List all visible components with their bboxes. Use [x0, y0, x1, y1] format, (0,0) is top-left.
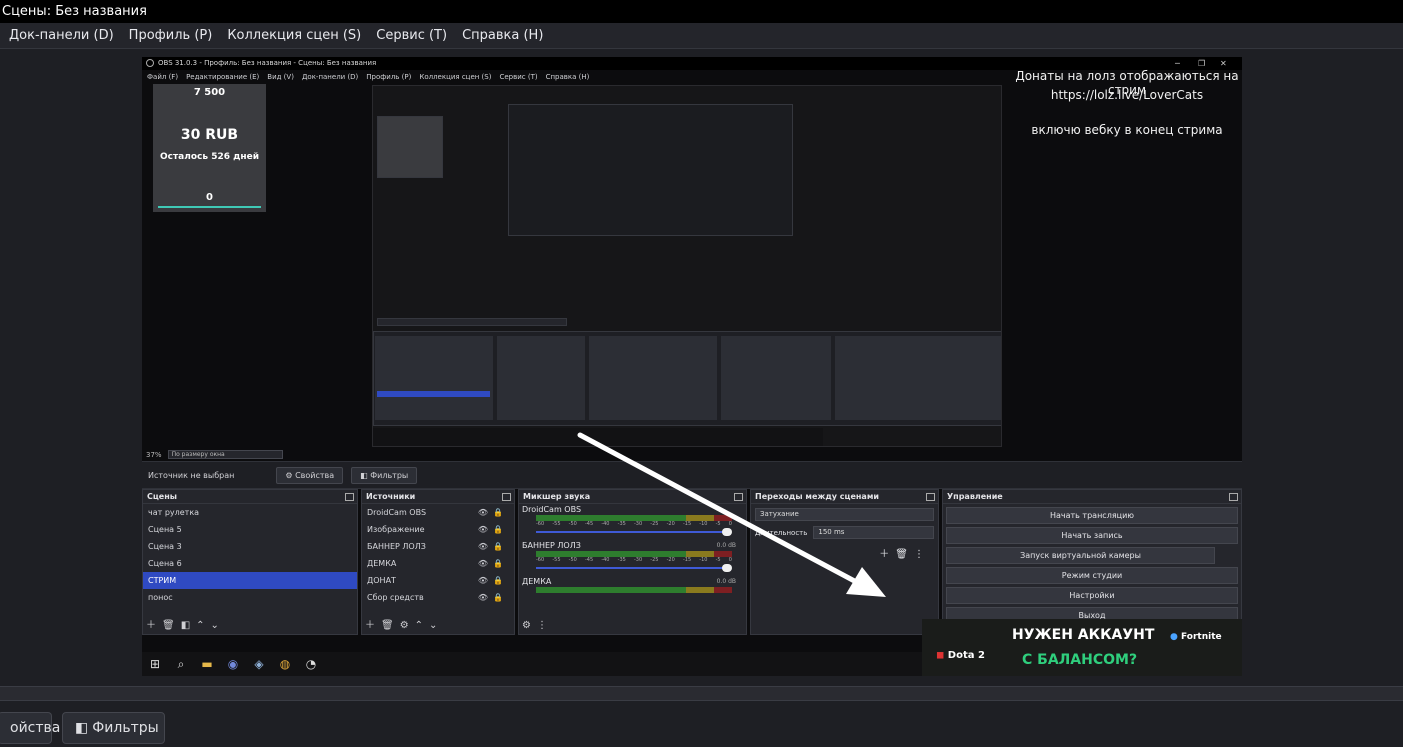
- menu-docks[interactable]: Док-панели (D): [9, 28, 114, 43]
- menu-profile[interactable]: Профиль (P): [129, 28, 213, 43]
- properties-button[interactable]: ойства: [0, 712, 60, 744]
- filters-button[interactable]: ◧ Фильтры: [62, 712, 165, 744]
- window-title: Сцены: Без названия: [0, 0, 1403, 23]
- stream-preview[interactable]: OBS 31.0.3 - Профиль: Без названия - Сце…: [142, 57, 1242, 676]
- menu-help[interactable]: Справка (H): [462, 28, 543, 43]
- status-band: [0, 686, 1403, 700]
- menu-tools[interactable]: Сервис (T): [376, 28, 447, 43]
- menubar: Док-панели (D) Профиль (P) Коллекция сце…: [0, 23, 1403, 49]
- source-toolbar: [0, 700, 1403, 747]
- filter-icon: ◧: [75, 720, 89, 736]
- menu-scene-collection[interactable]: Коллекция сцен (S): [227, 28, 361, 43]
- pointer-arrow: [577, 432, 886, 597]
- filters-button-label: Фильтры: [92, 720, 159, 736]
